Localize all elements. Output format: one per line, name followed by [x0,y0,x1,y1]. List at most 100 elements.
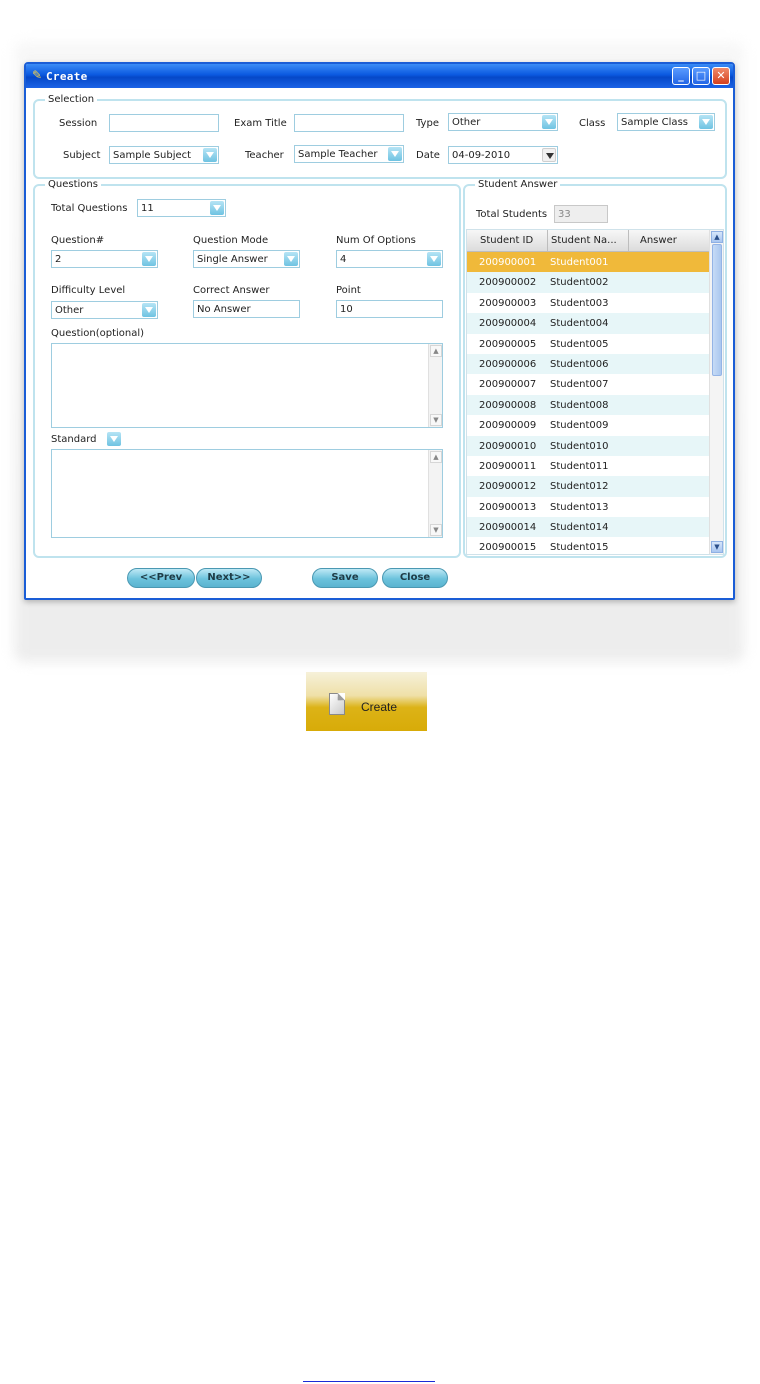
student-name-cell: Student006 [550,358,609,370]
table-row[interactable]: 200900009 Student009 [467,415,710,436]
close-window-button[interactable]: ✕ [712,67,730,85]
chevron-down-icon[interactable] [284,252,298,266]
maximize-button[interactable]: □ [692,67,710,85]
chevron-down-icon[interactable] [210,201,224,215]
scroll-up-icon[interactable]: ▲ [711,231,723,243]
column-student-id[interactable]: Student ID [467,230,548,252]
scroll-down-icon[interactable]: ▼ [430,414,442,426]
question-mode-select[interactable]: Single Answer [193,250,300,268]
difficulty-label: Difficulty Level [51,285,126,296]
exam-title-input[interactable] [294,114,404,132]
student-id-cell: 200900008 [479,399,537,411]
student-name-cell: Student002 [550,277,609,289]
session-input[interactable] [109,114,219,132]
question-textarea[interactable]: ▲ ▼ [51,343,443,428]
student-id-cell: 200900014 [479,522,537,534]
scroll-down-icon[interactable]: ▼ [430,524,442,536]
minimize-button[interactable]: _ [672,67,690,85]
table-scrollbar[interactable]: ▲ ▼ [709,230,723,554]
table-row[interactable]: 200900003 Student003 [467,292,710,314]
difficulty-select[interactable]: Other [51,301,158,319]
class-select[interactable]: Sample Class [617,113,715,131]
table-row[interactable]: 200900012 Student012 [467,476,710,497]
point-input[interactable]: 10 [336,300,443,318]
subject-select[interactable]: Sample Subject [109,146,219,164]
table-row[interactable]: 200900001 Student001 [467,252,710,273]
student-name-cell: Student011 [550,460,609,472]
calendar-dropdown-icon[interactable] [542,148,556,162]
student-id-cell: 200900003 [479,297,537,309]
table-row[interactable]: 200900005 Student005 [467,333,710,354]
question-number-select[interactable]: 2 [51,250,158,268]
class-value: Sample Class [621,117,688,128]
student-id-cell: 200900015 [479,542,537,554]
column-student-name[interactable]: Student Na... [548,230,629,252]
document-icon [329,693,345,715]
table-row[interactable]: 200900013 Student013 [467,496,710,518]
student-name-cell: Student003 [550,297,609,309]
question-scrollbar[interactable]: ▲ ▼ [428,344,442,427]
type-select[interactable]: Other [448,113,558,131]
standard-scrollbar[interactable]: ▲ ▼ [428,450,442,537]
chevron-down-icon[interactable] [699,115,713,129]
num-options-select[interactable]: 4 [336,250,443,268]
table-row[interactable]: 200900011 Student011 [467,455,710,477]
column-answer[interactable]: Answer [629,230,710,252]
table-body: 200900001 Student001 200900002 Student002 20… [467,252,710,554]
question-number-label: Question# [51,235,105,246]
table-row[interactable]: 200900014 Student014 [467,517,710,538]
chevron-down-icon[interactable] [427,252,441,266]
next-button[interactable]: Next>> [196,568,262,588]
chevron-down-icon[interactable] [142,252,156,266]
student-id-cell: 200900007 [479,379,537,391]
scroll-thumb[interactable] [712,244,722,376]
num-options-label: Num Of Options [336,235,416,246]
correct-answer-input[interactable]: No Answer [193,300,300,318]
questions-legend: Questions [45,179,101,190]
student-name-cell: Student009 [550,420,609,432]
date-value: 04-09-2010 [452,150,511,161]
correct-answer-label: Correct Answer [193,285,270,296]
teacher-label: Teacher [245,150,284,161]
chevron-down-icon[interactable] [107,432,121,446]
teacher-value: Sample Teacher [298,149,378,160]
save-button[interactable]: Save [312,568,378,588]
divider [303,1381,435,1382]
table-row[interactable]: 200900007 Student007 [467,374,710,395]
close-button[interactable]: Close [382,568,448,588]
student-table: Student ID Student Na... Answer 20090000… [466,229,724,555]
window-title: Create [46,70,88,83]
table-row[interactable]: 200900008 Student008 [467,394,710,416]
subject-label: Subject [63,150,101,161]
point-label: Point [336,285,361,296]
table-row[interactable]: 200900015 Student015 [467,537,710,554]
teacher-select[interactable]: Sample Teacher [294,145,404,163]
scroll-up-icon[interactable]: ▲ [430,451,442,463]
create-button[interactable]: Create [306,672,427,731]
prev-button[interactable]: <<Prev [127,568,195,588]
student-name-cell: Student001 [550,257,609,268]
chevron-down-icon[interactable] [203,148,217,162]
class-label: Class [579,118,606,129]
type-value: Other [452,117,481,128]
total-questions-value: 11 [141,203,154,214]
question-text-label: Question(optional) [51,328,145,339]
chevron-down-icon[interactable] [388,147,402,161]
chevron-down-icon[interactable] [142,303,156,317]
title-bar[interactable]: ✎ Create _ □ ✕ [26,64,733,88]
student-id-cell: 200900013 [479,501,537,513]
date-label: Date [416,150,440,161]
table-row[interactable]: 200900010 Student010 [467,435,710,456]
scroll-down-icon[interactable]: ▼ [711,541,723,553]
standard-textarea[interactable]: ▲ ▼ [51,449,443,538]
student-name-cell: Student008 [550,399,609,411]
table-row[interactable]: 200900004 Student004 [467,313,710,334]
table-row[interactable]: 200900006 Student006 [467,353,710,375]
create-button-label: Create [361,700,398,714]
table-row[interactable]: 200900002 Student002 [467,272,710,293]
chevron-down-icon[interactable] [542,115,556,129]
scroll-up-icon[interactable]: ▲ [430,345,442,357]
selection-group: Selection [33,94,727,179]
date-picker[interactable]: 04-09-2010 [448,146,558,164]
total-questions-select[interactable]: 11 [137,199,226,217]
